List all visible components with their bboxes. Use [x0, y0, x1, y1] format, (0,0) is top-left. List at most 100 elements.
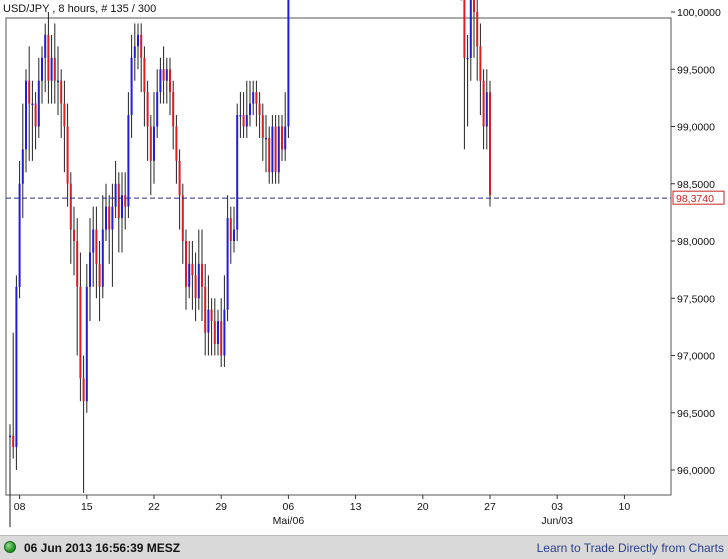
- x-tick-label: 20: [417, 501, 429, 513]
- candle-body: [169, 69, 171, 93]
- candle-body: [489, 92, 491, 196]
- candle: [287, 0, 290, 138]
- candle-body: [172, 92, 175, 127]
- candle-body: [281, 126, 283, 150]
- x-tick-label: 08: [14, 501, 26, 513]
- candle-body: [463, 0, 466, 58]
- price-chart[interactable]: USD/JPY , 8 hours, # 135 / 300 96,0000 96…: [0, 0, 728, 535]
- chart-title: USD/JPY , 8 hours, # 135 / 300: [3, 3, 156, 15]
- candle-body: [21, 149, 24, 184]
- candle-body: [476, 12, 479, 47]
- candle-body: [41, 57, 43, 81]
- candle-body: [95, 229, 98, 264]
- candle-body: [124, 195, 127, 207]
- x-tick-label: 10: [619, 501, 631, 513]
- candle-body: [226, 218, 229, 310]
- candle-body: [482, 80, 485, 127]
- candle-body: [111, 206, 114, 230]
- candle-body: [76, 241, 79, 287]
- candle-body: [178, 160, 181, 196]
- candle-body: [130, 57, 133, 116]
- candle-body: [473, 0, 475, 12]
- candle-body: [137, 34, 139, 47]
- candle-body: [105, 206, 107, 230]
- candle-body: [73, 229, 75, 241]
- candle-body: [89, 252, 91, 287]
- candle-body: [79, 286, 82, 379]
- candle-body: [194, 275, 197, 299]
- candle-body: [255, 92, 258, 104]
- candle-body: [485, 92, 488, 127]
- candle-body: [143, 57, 146, 93]
- candle-body: [191, 263, 194, 276]
- learn-to-trade-link[interactable]: Learn to Trade Directly from Charts: [537, 541, 724, 555]
- candle-body: [277, 126, 280, 173]
- candle-body: [479, 46, 482, 81]
- candle-body: [287, 0, 290, 127]
- candle-body: [217, 321, 219, 345]
- candle-body: [108, 206, 111, 230]
- candle-body: [9, 435, 11, 438]
- candle-body: [101, 229, 104, 287]
- candle-body: [140, 34, 143, 58]
- candle-body: [18, 183, 21, 287]
- x-axis: 08 15 22 29 06 13 20 27 03 10 Mai/06 Jun/03: [14, 495, 631, 527]
- candle-body: [63, 103, 66, 127]
- connection-status-icon: [4, 541, 16, 553]
- candle-body: [249, 103, 251, 116]
- candle-body: [210, 309, 213, 322]
- candle-body: [204, 286, 207, 333]
- candle-body: [47, 34, 50, 81]
- candle-body: [239, 115, 242, 117]
- candle-body: [127, 115, 130, 207]
- candle-body: [12, 435, 15, 448]
- candle-body: [133, 46, 136, 58]
- candle-body: [34, 103, 37, 127]
- candle-body: [149, 126, 152, 161]
- timestamp: 06 Jun 2013 16:56:39 MESZ: [24, 541, 181, 555]
- y-tick-label: 97,5000: [677, 293, 715, 305]
- candle-body: [37, 80, 40, 127]
- candle-body: [201, 263, 203, 287]
- candle-body: [98, 263, 101, 287]
- candle-body: [92, 229, 95, 253]
- x-month-label: Jun/03: [541, 515, 573, 527]
- candle-body: [213, 321, 216, 345]
- candle-body: [114, 183, 117, 207]
- candle-body: [252, 92, 255, 104]
- y-tick-label: 98,5000: [677, 179, 715, 191]
- candle-body: [233, 229, 235, 241]
- candle-body: [117, 183, 120, 219]
- status-bar: 06 Jun 2013 16:56:39 MESZ Learn to Trade…: [0, 535, 728, 559]
- candle: [236, 103, 239, 241]
- candle-body: [69, 183, 72, 230]
- candle-body: [153, 126, 155, 161]
- candle-body: [156, 92, 159, 127]
- x-tick-label: 22: [148, 501, 160, 513]
- candle-body: [85, 286, 88, 402]
- candle-body: [265, 137, 267, 140]
- x-tick-label: 03: [551, 501, 563, 513]
- candle-body: [469, 0, 472, 58]
- candle-body: [229, 218, 232, 241]
- candle-body: [60, 80, 63, 104]
- x-tick-label: 27: [484, 501, 496, 513]
- y-tick-label: 100,0000: [677, 7, 721, 19]
- candle: [15, 275, 18, 470]
- candle-body: [236, 115, 239, 230]
- candle-body: [53, 57, 56, 81]
- candle-body: [223, 309, 226, 356]
- current-price-label: 98,3740: [676, 193, 714, 205]
- candle: [460, 0, 462, 1]
- candle-body: [66, 126, 69, 184]
- candle-body: [197, 263, 200, 299]
- x-month-label: Mai/06: [273, 515, 305, 527]
- y-axis: 96,0000 96,5000 97,0000 97,5000 98,0000 98,50…: [671, 7, 721, 477]
- y-tick-label: 96,5000: [677, 408, 715, 420]
- candle-body: [159, 69, 162, 93]
- candle-body: [31, 103, 34, 106]
- candle-body: [268, 137, 271, 173]
- candle-body: [25, 80, 27, 150]
- y-tick-label: 96,0000: [677, 465, 715, 477]
- y-tick-label: 97,0000: [677, 351, 715, 363]
